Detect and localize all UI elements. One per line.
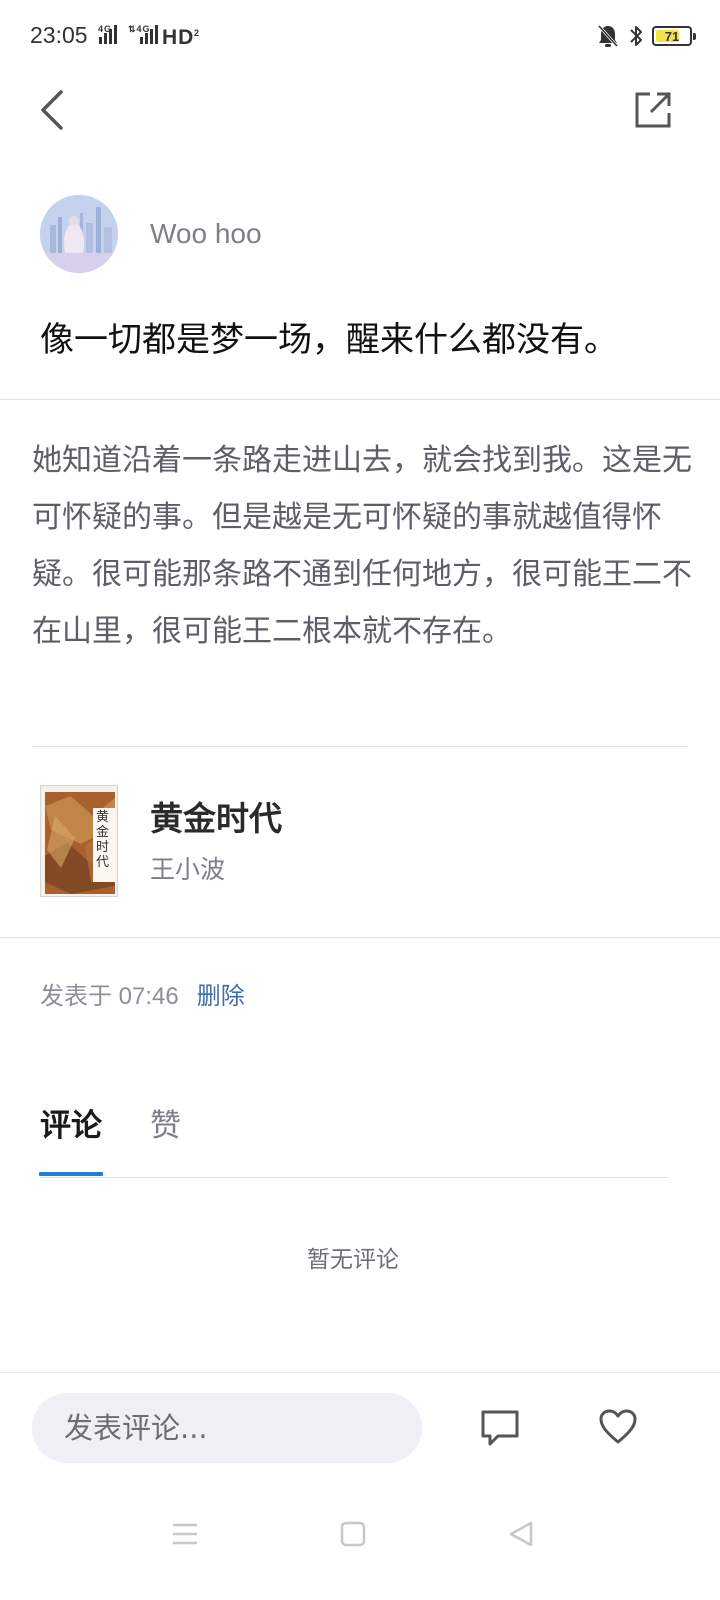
menu-nav-button[interactable] — [160, 1509, 210, 1559]
book-cover[interactable]: 黄金时代 — [40, 785, 118, 897]
empty-comments-text: 暂无评论 — [307, 1247, 399, 1273]
heart-icon — [599, 1409, 637, 1444]
chevron-left-icon — [41, 90, 63, 130]
status-icons: 71 — [596, 22, 696, 50]
book-card[interactable]: 黄金时代 黄金时代 王小波 — [40, 785, 282, 897]
book-cover-title: 黄金时代 — [96, 810, 110, 870]
tab-divider — [40, 1177, 668, 1178]
battery-icon: 71 — [652, 26, 696, 46]
book-excerpt: 她知道沿着一条路走进山去，就会找到我。这是无可怀疑的事。但是越是无可怀疑的事就越… — [32, 443, 692, 649]
post-meta: 发表于 07:46 删除 — [40, 976, 245, 1011]
bluetooth-icon — [630, 26, 642, 46]
svg-text:HD: HD — [162, 26, 194, 49]
author-name[interactable]: Woo hoo — [150, 218, 262, 250]
svg-text:⇅4G: ⇅4G — [128, 24, 151, 34]
signal-icon: 4G ⇅4G HD 2 — [98, 24, 200, 49]
back-nav-button[interactable] — [496, 1509, 546, 1559]
status-time: 23:05 — [30, 22, 88, 48]
status-bar: 23:05 4G ⇅4G HD 2 71 — [0, 0, 720, 70]
avatar[interactable] — [40, 195, 118, 273]
active-tab-indicator — [39, 1172, 103, 1176]
book-info: 黄金时代 王小波 — [150, 796, 282, 886]
home-nav-button[interactable] — [328, 1509, 378, 1559]
menu-icon — [173, 1523, 197, 1545]
tab-likes[interactable]: 赞 — [150, 1100, 181, 1145]
nav-bar — [0, 75, 720, 147]
post-headline: 像一切都是梦一场，醒来什么都没有。 — [40, 320, 618, 360]
bottom-action-bar — [0, 1372, 720, 1492]
home-square-icon — [340, 1521, 366, 1547]
comment-icon — [481, 1410, 519, 1446]
book-author: 王小波 — [150, 855, 226, 884]
divider — [0, 399, 720, 400]
divider — [32, 746, 688, 747]
share-button[interactable] — [628, 85, 678, 135]
avatar-image — [40, 195, 118, 273]
tab-comments[interactable]: 评论 — [40, 1100, 102, 1145]
comment-input[interactable] — [32, 1393, 422, 1463]
svg-text:2: 2 — [194, 28, 200, 38]
network-indicator: 4G ⇅4G HD 2 — [98, 22, 218, 56]
bell-mute-icon — [597, 24, 619, 48]
divider — [0, 937, 720, 938]
system-nav-bar — [0, 1495, 720, 1600]
book-title[interactable]: 黄金时代 — [150, 796, 282, 842]
comment-button[interactable] — [470, 1398, 530, 1458]
back-triangle-icon — [509, 1521, 533, 1547]
post-time: 发表于 07:46 — [40, 983, 179, 1010]
share-external-icon — [635, 92, 671, 128]
battery-level: 71 — [664, 28, 680, 44]
tab-bar: 评论 赞 — [39, 1100, 668, 1176]
like-button[interactable] — [588, 1397, 648, 1457]
delete-button[interactable]: 删除 — [197, 976, 245, 1011]
back-button[interactable] — [28, 83, 76, 137]
author-row[interactable]: Woo hoo — [40, 195, 262, 273]
